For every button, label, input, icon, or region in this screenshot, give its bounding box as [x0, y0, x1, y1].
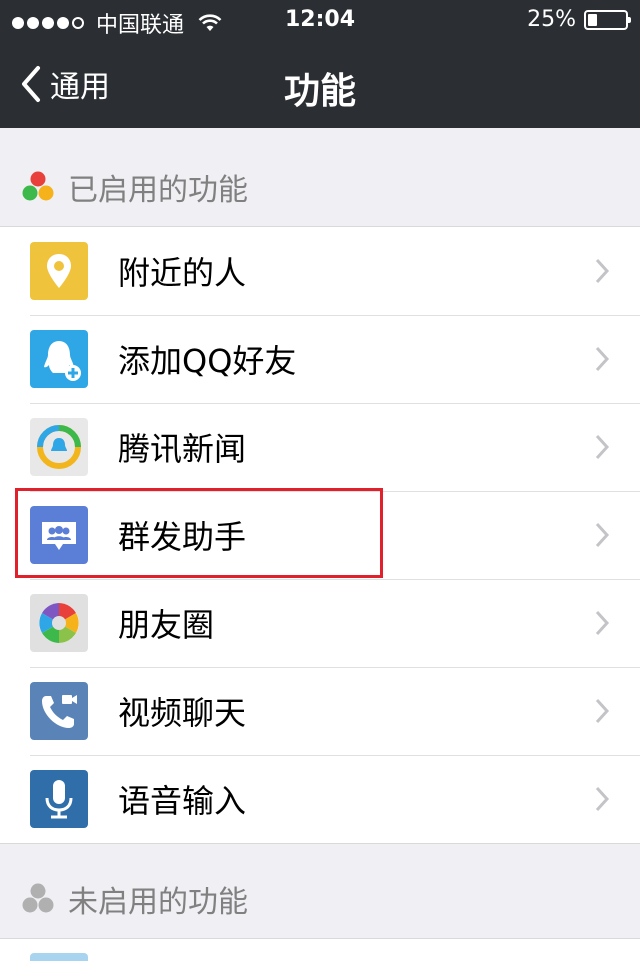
feature-label: 附近的人 [118, 254, 247, 292]
microphone-icon [30, 770, 88, 828]
chevron-right-icon [595, 610, 610, 636]
feature-row-voice-input[interactable]: 语音输入 [0, 755, 640, 843]
feature-label: 朋友圈 [118, 606, 215, 644]
feature-row-tencent-news[interactable]: 腾讯新闻 [0, 403, 640, 491]
tencent-news-icon [30, 418, 88, 476]
chevron-right-icon [595, 434, 610, 460]
feature-row-nearby[interactable]: 附近的人 [0, 227, 640, 315]
chevron-right-icon [595, 698, 610, 724]
battery-icon [584, 9, 631, 30]
feature-row-video-chat[interactable]: 视频聊天 [0, 667, 640, 755]
disabled-section-header: 未启用的功能 [0, 850, 640, 948]
section-title: 未启用的功能 [68, 885, 248, 920]
chevron-right-icon [595, 346, 610, 372]
chevron-right-icon [595, 258, 610, 284]
disabled-feature-list [0, 938, 640, 961]
feature-label: 语音输入 [118, 782, 247, 820]
location-pin-icon [30, 242, 88, 300]
battery-percent: 25% [527, 7, 576, 32]
feature-label: 添加QQ好友 [118, 342, 297, 380]
gray-dots-icon [22, 883, 54, 913]
navigation-bar: 通用 功能 [0, 40, 640, 128]
moments-aperture-icon [30, 594, 88, 652]
section-title: 已启用的功能 [68, 173, 248, 208]
enabled-feature-list: 附近的人 添加QQ好友 腾讯新闻 群发助手 朋友圈 视频聊天 语音输入 [0, 226, 640, 844]
phone-video-icon [30, 682, 88, 740]
chevron-right-icon [595, 522, 610, 548]
enabled-section-header: 已启用的功能 [0, 138, 640, 236]
qq-penguin-icon [30, 330, 88, 388]
status-right: 25% [527, 7, 631, 32]
feature-row-add-qq-friends[interactable]: 添加QQ好友 [0, 315, 640, 403]
feature-label: 群发助手 [118, 518, 247, 556]
feature-row-mass-message-assistant[interactable]: 群发助手 [0, 491, 640, 579]
status-bar: 中国联通 12:04 25% [0, 0, 640, 40]
feature-label: 视频聊天 [118, 694, 247, 732]
chevron-right-icon [595, 786, 610, 812]
group-message-icon [30, 506, 88, 564]
feature-row-moments[interactable]: 朋友圈 [0, 579, 640, 667]
feature-label: 腾讯新闻 [118, 430, 247, 468]
colored-dots-icon [22, 171, 54, 201]
page-title: 功能 [283, 71, 356, 112]
